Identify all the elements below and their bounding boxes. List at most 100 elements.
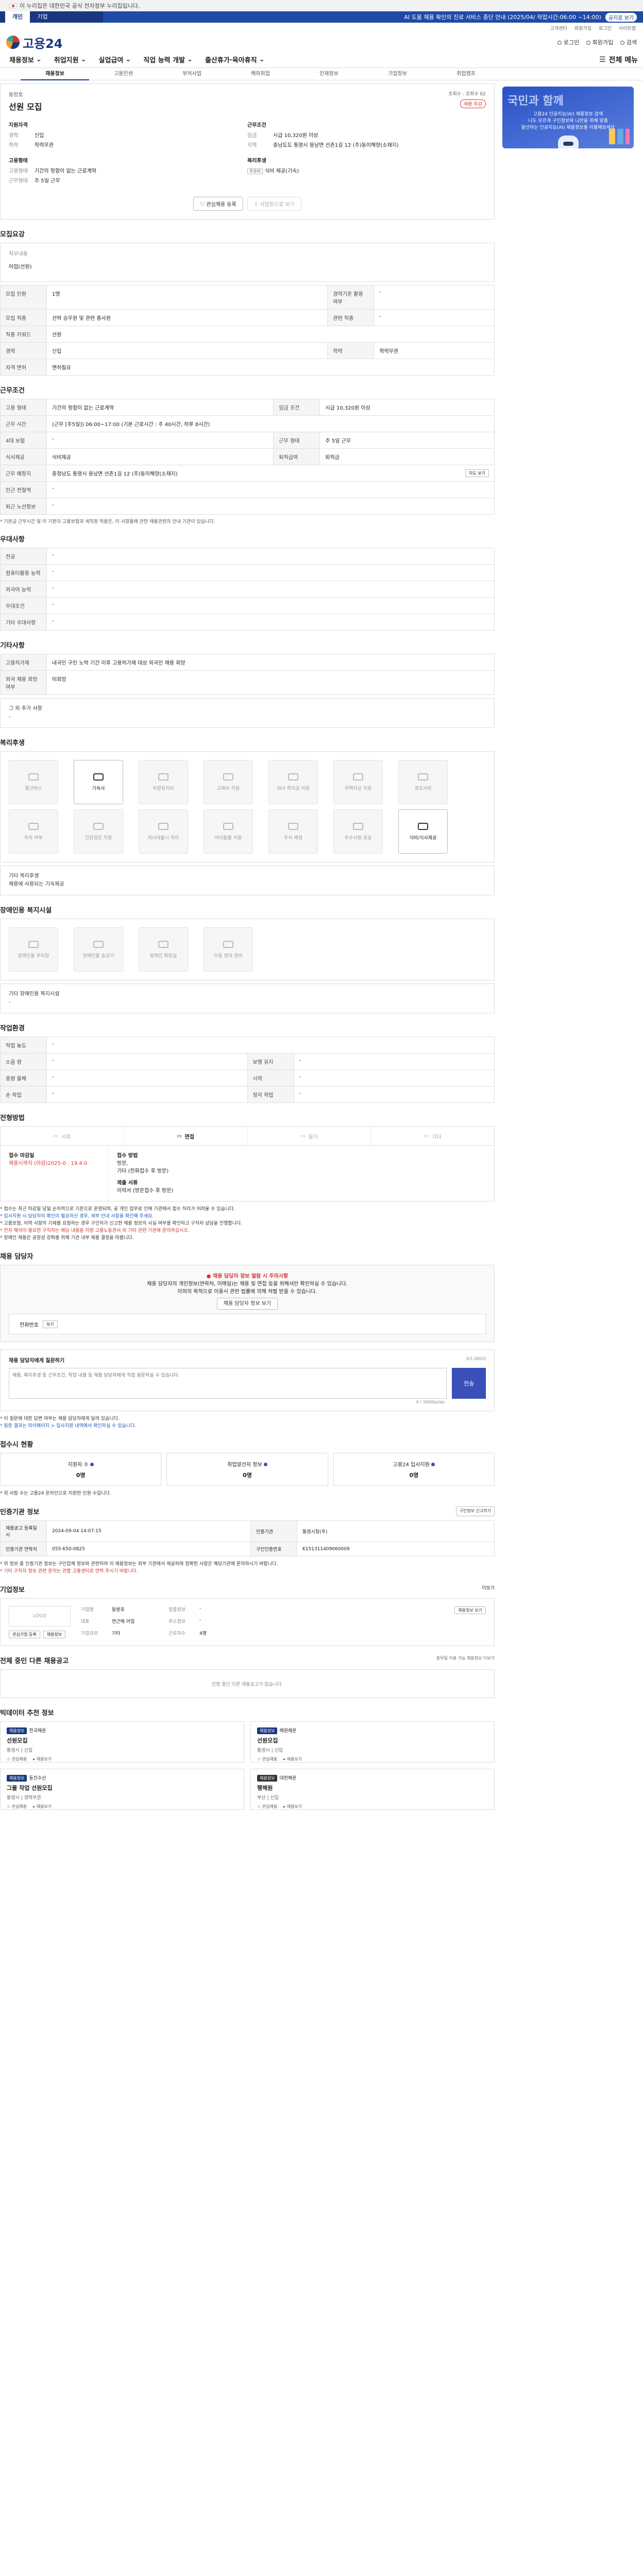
info-section-label: 인증기관 정보 xyxy=(0,1509,40,1516)
method-tab-label: 기타 xyxy=(432,1134,442,1140)
question-input[interactable] xyxy=(9,1368,447,1399)
other-row: 고용허가제 내국인 구인 노력 기간 이후 고용허가제 대상 외국인 채용 희망 xyxy=(0,654,495,671)
env-key: 청각 작업 xyxy=(247,1086,294,1103)
tab-company[interactable]: 기업 xyxy=(30,11,55,23)
all-menu-button[interactable]: ☰ 전체 메뉴 xyxy=(599,55,643,65)
document-icon: ▭ xyxy=(53,1133,58,1139)
subnav-item-4[interactable]: 인재정보 xyxy=(295,68,363,80)
method-tab[interactable]: ▭ 필기 xyxy=(248,1127,371,1145)
work-key: 근무 형태 xyxy=(273,432,320,449)
method-note: * 접수는 최근 마감일 당일 순차적으로 기준으로 운영되며, 공 개인 업무… xyxy=(0,1207,235,1212)
util-link-help[interactable]: 고객센터 xyxy=(550,25,567,31)
report-job-button[interactable]: 구인정보 신고하기 xyxy=(455,1506,495,1516)
nav-job-training[interactable]: 직업 능력 개발 ⌄ xyxy=(137,55,199,64)
recommend-grid: 채용정보 한국해운 선원모집 통영시 | 신입 ☆ 관심채용 ▸ 채용보기 채용정보 해원해운… xyxy=(0,1721,495,1810)
recruit-key: 경력 xyxy=(0,342,47,359)
util-link-signup[interactable]: 회원가입 xyxy=(574,25,591,31)
status-label: 지원자 수 xyxy=(68,1460,94,1468)
recommend-tag: 채용정보 xyxy=(257,1727,278,1734)
subnav-jobs[interactable]: 채용정보 xyxy=(21,68,89,80)
other-jobs-title: 전체 중인 다른 채용공고 총무팀 이용 가능 채용정보 더보기 xyxy=(0,1655,495,1665)
env-key: 손 작업 xyxy=(0,1086,47,1103)
agency-more-link[interactable]: 더보기 xyxy=(482,1584,495,1594)
nav-jobs[interactable]: 채용정보 ⌄ xyxy=(3,55,48,64)
nav-employment-support[interactable]: 취업지원 ⌄ xyxy=(48,55,93,64)
facility-icon xyxy=(158,940,168,948)
other-jobs-more-link[interactable]: 총무팀 이용 가능 채용정보 더보기 xyxy=(436,1655,495,1665)
util-link-login[interactable]: 로그인 xyxy=(599,25,612,31)
agency-value: 4명 xyxy=(199,1631,207,1636)
agency-section-label: 기업정보 xyxy=(0,1586,25,1594)
recommend-header: 채용정보 대한해운 xyxy=(257,1774,488,1782)
method-tab[interactable]: ▭ 서류 xyxy=(1,1127,124,1145)
pref-value: - xyxy=(46,548,495,565)
view-job-button[interactable]: ▸ 채용보기 xyxy=(33,1756,52,1762)
view-company-jobs-button[interactable]: 채용정보 보기 xyxy=(454,1606,486,1614)
method-note: * 전자 해석이 필요한 구직자는 해당 내용을 지방 고용노동관서 외 기타 … xyxy=(0,1228,190,1233)
recruit-row: 자격 면허 면허필요 xyxy=(0,359,495,376)
util-link-sitemap[interactable]: 사이트맵 xyxy=(619,25,636,31)
env-table: 작업 농도 - 소음 량 - 보행 유지 - 중량 물체 - 시력 - 손 작업 - 청각 작업 - xyxy=(0,1037,495,1103)
follow-company-button[interactable]: 관심기업 등록 xyxy=(9,1631,40,1638)
welfare-extra-heading: 기타 복리후생 xyxy=(9,873,39,879)
view-job-button[interactable]: ▸ 채용보기 xyxy=(283,1756,302,1762)
recommend-card[interactable]: 채용정보 대한해운 행해원 부산 | 신입 ☆ 관심채용 ▸ 채용보기 xyxy=(250,1769,495,1810)
recommend-card[interactable]: 채용정보 해원해운 선원모집 통영시 | 신입 ☆ 관심채용 ▸ 채용보기 xyxy=(250,1721,495,1762)
bookmark-button[interactable]: ☆ 관심채용 xyxy=(7,1756,27,1762)
workplace-view-button[interactable]: ⇪ 사업장으로 보기 xyxy=(247,197,301,211)
ai-job-banner[interactable]: 국민과 함께 고용24 인공지능(AI) 채용정보 검색 나도 모르게 구인정보… xyxy=(502,87,634,148)
subnav-item-1[interactable]: 고용인센 xyxy=(89,68,158,80)
bookmark-button[interactable]: ☆ 관심채용 xyxy=(257,1804,277,1809)
nav-parental-leave[interactable]: 출산휴가·육아휴직 ⌄ xyxy=(199,55,271,64)
subnav-item-3[interactable]: 해외취업 xyxy=(226,68,295,80)
env-value: - xyxy=(293,1053,495,1070)
benefit-value: 식비 제공(기숙) xyxy=(265,168,299,174)
site-logo[interactable]: 고용24 xyxy=(6,33,63,52)
welfare-label: 통근버스 xyxy=(25,786,42,791)
company-jobs-button[interactable]: 채용정보 xyxy=(43,1631,66,1638)
phone-view-button[interactable]: 보기 xyxy=(42,1320,58,1328)
view-job-button[interactable]: ▸ 채용보기 xyxy=(33,1804,52,1809)
recommend-meta: 통영시 | 경력무관 xyxy=(7,1795,41,1801)
subnav-item-6[interactable]: 취업캠프 xyxy=(432,68,500,80)
subnav-item-2[interactable]: 부처사업 xyxy=(158,68,226,80)
search-link[interactable]: 검색 xyxy=(620,38,637,46)
recommend-header: 채용정보 동진수산 xyxy=(7,1774,238,1782)
bookmark-button[interactable]: ☆ 관심채용 xyxy=(7,1804,27,1809)
send-button[interactable]: 전송 xyxy=(452,1368,486,1399)
kv-value: 학력무관 xyxy=(35,143,54,148)
recruit-section-title: 모집요강 xyxy=(0,231,25,239)
apply-method-label: 접수 방법 xyxy=(117,1153,138,1159)
save-favorite-button[interactable]: ♡ 관심채용 등록 xyxy=(193,197,243,211)
recommend-actions: ☆ 관심채용 ▸ 채용보기 xyxy=(257,1756,488,1762)
notice-text[interactable]: AI 도움 채용 확인의 진로 서비스 중단 안내 (2025/04/ 작업시간… xyxy=(404,13,601,21)
method-tab[interactable]: ▭ 기타 xyxy=(371,1127,494,1145)
signup-link[interactable]: 회원가입 xyxy=(586,38,613,46)
tab-individual[interactable]: 개인 xyxy=(5,11,30,23)
nav-unemployment-benefit[interactable]: 실업급여 ⌄ xyxy=(93,55,138,64)
env-value: - xyxy=(293,1086,495,1103)
map-view-button[interactable]: 지도 보기 xyxy=(465,469,489,477)
info-key: 인증기관 xyxy=(250,1520,297,1542)
kv-key: 임금 xyxy=(247,133,257,139)
gov-banner-text: 이 누리집은 대한민국 공식 전자정부 누리집입니다. xyxy=(20,3,140,9)
subnav-item-5[interactable]: 기업정보 xyxy=(363,68,432,80)
method-tab[interactable]: ▭ 면접 xyxy=(124,1127,248,1145)
view-job-button[interactable]: ▸ 채용보기 xyxy=(283,1804,302,1809)
recruit-row: 모집 인원 1명 경력기준 활용 여부 - xyxy=(0,285,495,310)
env-section-title: 작업환경 xyxy=(0,1025,25,1032)
notice-more-button[interactable]: 공지로 보기 xyxy=(605,12,637,22)
bookmark-button[interactable]: ☆ 관심채용 xyxy=(257,1756,277,1762)
notice-bar: AI 도움 채용 확인의 진로 서비스 중단 안내 (2025/04/ 작업시간… xyxy=(103,11,643,23)
welfare-section-title: 복리후생 xyxy=(0,739,25,747)
work-value: 주 5일 근무 xyxy=(319,432,495,449)
login-link[interactable]: 로그인 xyxy=(557,38,579,46)
view-contact-button[interactable]: 채용 담당자 정보 보기 xyxy=(216,1298,278,1310)
recommend-card[interactable]: 채용정보 동진수산 그물 작업 선원모집 통영시 | 경력무관 ☆ 관심채용 ▸ 채용보기 xyxy=(0,1769,244,1810)
method-tab-label: 면접 xyxy=(184,1134,195,1140)
recommend-card[interactable]: 채용정보 한국해운 선원모집 통영시 | 신입 ☆ 관심채용 ▸ 채용보기 xyxy=(0,1721,244,1762)
work-value: 식비제공 xyxy=(46,448,274,465)
kv-value: 시급 10,320원 이상 xyxy=(273,133,318,139)
env-key: 소음 량 xyxy=(0,1053,47,1070)
company-logo: LOGO xyxy=(9,1606,71,1626)
